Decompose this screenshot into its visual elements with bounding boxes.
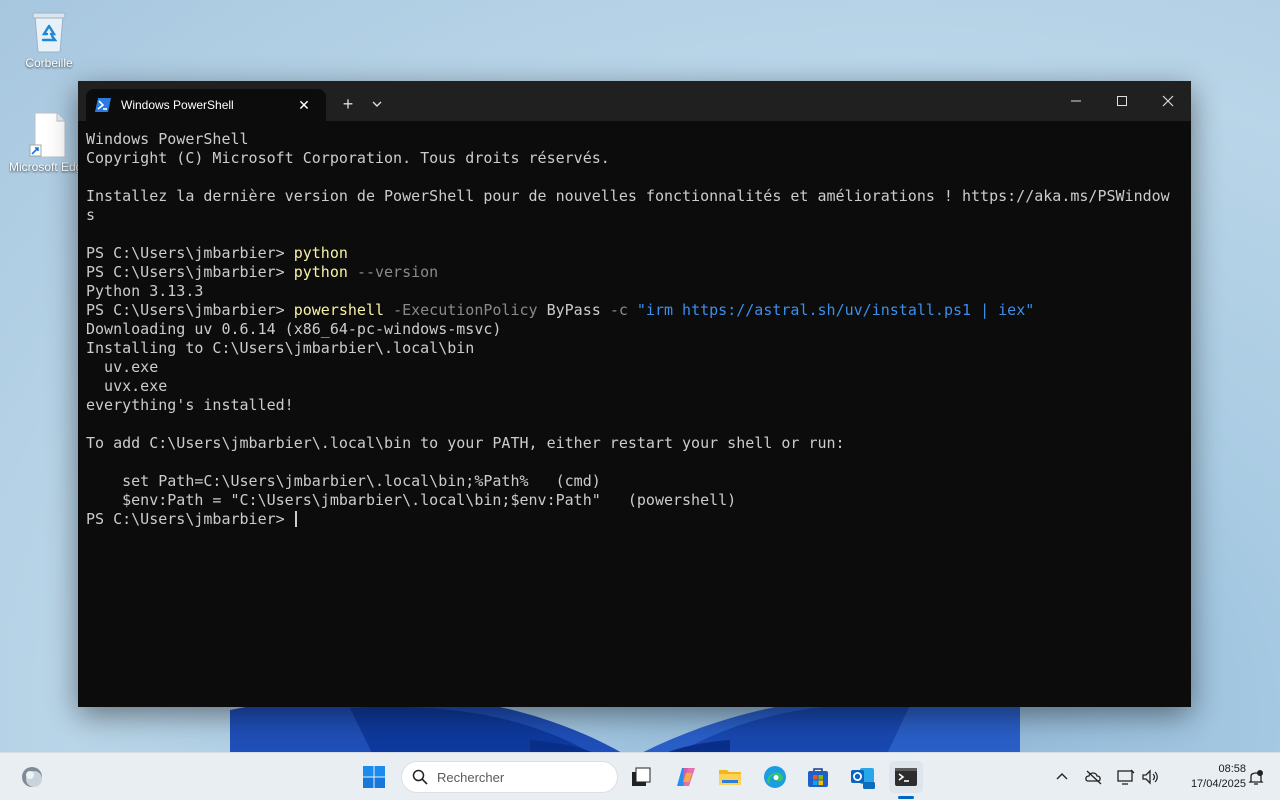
outlook-button[interactable]	[845, 761, 879, 793]
close-tab-button[interactable]: ✕	[295, 96, 313, 114]
active-app-indicator	[898, 796, 914, 799]
edge-button[interactable]	[758, 761, 792, 793]
terminal-window: Windows PowerShell ✕ + Windows PowerShel…	[78, 81, 1191, 707]
console-line: Installing to C:\Users\jmbarbier\.local\…	[86, 339, 475, 357]
maximize-icon	[1117, 96, 1127, 106]
outlook-icon	[851, 768, 875, 789]
console-line: PS C:\Users\jmbarbier> powershell -Execu…	[86, 301, 1186, 320]
parameter-token: -ExecutionPolicy	[393, 301, 538, 319]
desktop-icon-edge-shortcut[interactable]: Microsoft Edge	[9, 112, 89, 174]
start-icon	[363, 766, 385, 788]
parameter-token: --version	[356, 263, 439, 281]
console-line: set Path=C:\Users\jmbarbier\.local\bin;%…	[86, 472, 601, 490]
console-line: PS C:\Users\jmbarbier> python	[86, 244, 1186, 263]
file-explorer-icon	[719, 770, 741, 785]
console-line: Windows PowerShell	[86, 130, 249, 148]
tab-windows-powershell[interactable]: Windows PowerShell ✕	[86, 89, 326, 121]
recycle-bin-icon	[32, 12, 66, 53]
parameter-token: -c	[609, 301, 628, 319]
console-line: s	[86, 206, 96, 224]
console-line: $env:Path = "C:\Users\jmbarbier\.local\b…	[86, 491, 737, 509]
terminal-icon	[895, 768, 917, 786]
command-token: python	[293, 244, 348, 262]
chevron-up-icon[interactable]	[1052, 767, 1072, 787]
network-icon[interactable]	[1116, 767, 1136, 787]
prompt: PS C:\Users\jmbarbier>	[86, 510, 294, 528]
file-explorer-button[interactable]	[713, 761, 747, 793]
taskbar: Rechercher 08:58 17/04/2025	[0, 752, 1280, 800]
tab-dropdown-button[interactable]	[366, 93, 388, 115]
close-window-button[interactable]	[1145, 81, 1191, 121]
widgets-button[interactable]	[15, 761, 49, 793]
clock-time: 08:58	[1218, 763, 1246, 775]
onedrive-offline-icon[interactable]	[1084, 767, 1104, 787]
desktop-icon-recycle-bin[interactable]: Corbeille	[9, 10, 89, 70]
copilot-button[interactable]	[669, 761, 703, 793]
start-button[interactable]	[357, 761, 391, 793]
store-icon	[808, 768, 828, 787]
task-view-button[interactable]	[624, 761, 658, 793]
edge-icon	[764, 766, 786, 788]
console-line: everything's installed!	[86, 396, 294, 414]
chevron-down-icon	[372, 101, 382, 107]
minimize-icon	[1071, 100, 1081, 102]
console-line: PS C:\Users\jmbarbier> python --version	[86, 263, 1186, 282]
title-bar[interactable]: Windows PowerShell ✕ +	[78, 81, 1191, 121]
prompt: PS C:\Users\jmbarbier>	[86, 244, 294, 262]
command-token: python	[293, 263, 348, 281]
volume-icon[interactable]	[1140, 767, 1160, 787]
console-line: PS C:\Users\jmbarbier>	[86, 510, 1186, 529]
tab-title: Windows PowerShell	[121, 98, 234, 112]
prompt: PS C:\Users\jmbarbier>	[86, 263, 294, 281]
console-line: To add C:\Users\jmbarbier\.local\bin to …	[86, 434, 845, 452]
new-tab-button[interactable]: +	[337, 93, 359, 115]
search-box[interactable]: Rechercher	[401, 761, 618, 793]
console-line: uv.exe	[86, 358, 159, 376]
widgets-icon	[22, 767, 42, 787]
clock[interactable]: 08:58 17/04/2025	[1166, 762, 1246, 792]
desktop-icon-label: Microsoft Edge	[9, 160, 78, 174]
console-line: Python 3.13.3	[86, 282, 204, 300]
terminal-button[interactable]	[889, 761, 923, 793]
console-line: Installez la dernière version de PowerSh…	[86, 187, 1170, 205]
copilot-icon	[677, 768, 695, 786]
text-cursor	[294, 511, 297, 527]
shortcut-file-icon	[29, 112, 66, 158]
store-button[interactable]	[801, 761, 835, 793]
notifications-icon[interactable]	[1246, 767, 1266, 787]
string-token: "irm https://astral.sh/uv/install.ps1 | …	[636, 301, 1035, 319]
search-placeholder: Rechercher	[437, 770, 505, 785]
argument-token: ByPass	[546, 301, 601, 319]
search-icon	[412, 769, 428, 785]
close-icon	[1162, 95, 1174, 107]
maximize-button[interactable]	[1099, 81, 1145, 121]
clock-date: 17/04/2025	[1190, 778, 1246, 790]
task-view-icon	[632, 767, 651, 786]
minimize-button[interactable]	[1053, 81, 1099, 121]
desktop-icon-label: Corbeille	[25, 56, 73, 70]
prompt: PS C:\Users\jmbarbier>	[86, 301, 294, 319]
console-output[interactable]: Windows PowerShell Copyright (C) Microso…	[86, 130, 1186, 529]
console-line: uvx.exe	[86, 377, 168, 395]
console-line: Copyright (C) Microsoft Corporation. Tou…	[86, 149, 610, 167]
command-token: powershell	[293, 301, 385, 319]
console-line: Downloading uv 0.6.14 (x86_64-pc-windows…	[86, 320, 502, 338]
powershell-icon	[95, 98, 111, 112]
